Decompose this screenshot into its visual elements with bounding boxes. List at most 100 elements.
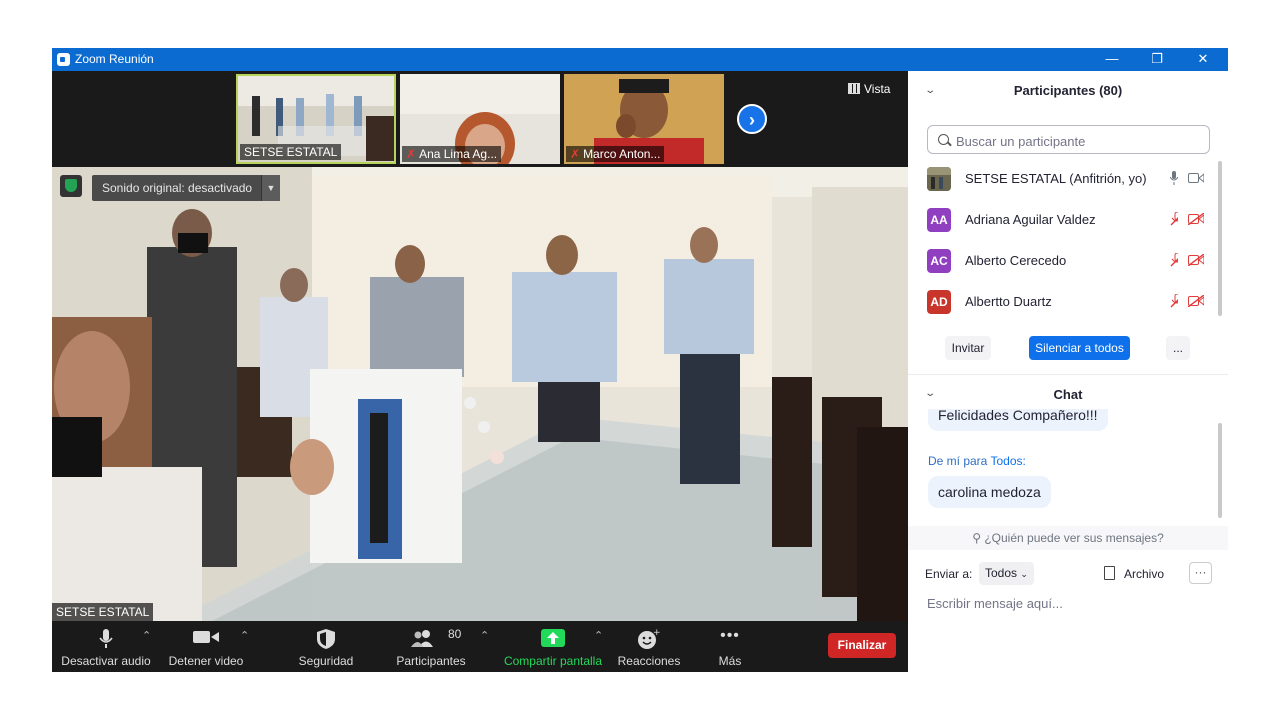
- participants-options-caret[interactable]: ⌃: [480, 629, 489, 642]
- scrollbar-thumb[interactable]: [1218, 161, 1222, 316]
- ellipsis-icon: •••: [720, 627, 740, 644]
- video-off-icon: [1188, 254, 1204, 266]
- thumbnail-name: ✗ Marco Anton...: [566, 146, 665, 162]
- main-video-name: SETSE ESTATAL: [52, 603, 154, 621]
- who-can-see-messages[interactable]: ⚲ ¿Quién puede ver sus mensajes?: [908, 526, 1228, 550]
- end-meeting-button[interactable]: Finalizar: [828, 633, 896, 658]
- participants-more-button[interactable]: ...: [1166, 336, 1190, 360]
- next-page-button[interactable]: ›: [737, 104, 767, 134]
- participants-button[interactable]: 80 Participantes: [390, 621, 472, 672]
- meeting-room-image: [52, 167, 908, 621]
- participant-search-input[interactable]: [954, 130, 1208, 152]
- share-screen-icon: [541, 629, 565, 647]
- message-sender: De mí para Todos:: [928, 454, 1026, 468]
- person-lock-icon: ⚲: [972, 531, 981, 545]
- mic-muted-icon: [1170, 212, 1178, 226]
- mic-muted-icon: [1170, 253, 1178, 267]
- minimize-button[interactable]: —: [1089, 48, 1135, 71]
- share-screen-button[interactable]: Compartir pantalla: [498, 621, 608, 672]
- svg-text:+: +: [653, 629, 660, 638]
- participant-row[interactable]: AD Albertto Duartz: [908, 282, 1220, 319]
- video-off-icon: [1188, 295, 1204, 307]
- participants-icon: [410, 630, 433, 647]
- chat-messages: Felicidades Compañero!!! De mí para Todo…: [908, 409, 1220, 529]
- participant-list: SETSE ESTATAL (Anfitrión, yo) AA Adriana…: [908, 159, 1220, 319]
- search-icon: [938, 134, 949, 145]
- zoom-window: Zoom Reunión — ❐ ✕ SETSE ESTATAL ✗ Ana L…: [52, 48, 1228, 672]
- chat-more-button[interactable]: ···: [1189, 562, 1212, 584]
- file-icon: [1104, 566, 1115, 580]
- participant-name: Alberto Cerecedo: [965, 253, 1067, 268]
- audio-options-caret[interactable]: ⌃: [142, 629, 151, 642]
- chevron-right-icon: ›: [749, 110, 755, 130]
- participants-panel-title: Participantes (80): [1013, 83, 1123, 98]
- thumbnail-video[interactable]: ✗ Ana Lima Ag...: [400, 74, 560, 164]
- side-panel: ⌄ Participantes (80) SETSE ESTATAL (Anfi…: [908, 71, 1228, 672]
- avatar: AC: [927, 249, 951, 273]
- video-off-icon: [1188, 213, 1204, 225]
- panel-divider: [908, 374, 1228, 375]
- chat-message: carolina medoza: [928, 476, 1051, 508]
- send-to-label: Enviar a:: [925, 567, 973, 581]
- video-camera-icon: [193, 631, 219, 643]
- mute-all-button[interactable]: Silenciar a todos: [1029, 336, 1130, 360]
- invite-button[interactable]: Invitar: [945, 336, 991, 360]
- mute-audio-button[interactable]: Desactivar audio: [60, 621, 152, 672]
- security-shield-icon: [60, 175, 82, 197]
- chevron-down-icon: ⌄: [1020, 569, 1028, 579]
- mic-muted-icon: ✗: [570, 147, 581, 161]
- avatar: AA: [927, 208, 951, 232]
- shield-icon: [317, 629, 335, 649]
- restore-button[interactable]: ❐: [1134, 48, 1180, 71]
- chat-title: Chat: [1053, 387, 1083, 402]
- participant-name: Albertto Duartz: [965, 294, 1052, 309]
- microphone-icon: [99, 629, 113, 648]
- microphone-icon: [1170, 171, 1178, 185]
- thumbnail-name: SETSE ESTATAL: [240, 144, 342, 160]
- avatar-photo: [927, 167, 951, 191]
- thumbnail-video[interactable]: SETSE ESTATAL: [236, 74, 396, 164]
- smiley-icon: +: [638, 629, 660, 649]
- stop-video-button[interactable]: Detener video: [164, 621, 248, 672]
- video-camera-icon: [1188, 173, 1204, 183]
- participant-name: Adriana Aguilar Valdez: [965, 212, 1096, 227]
- chat-scrollbar[interactable]: [1218, 423, 1222, 518]
- chat-message-input[interactable]: [925, 591, 1219, 615]
- participants-count: 80: [448, 627, 462, 641]
- meeting-stage: SETSE ESTATAL ✗ Ana Lima Ag... ✗ Marco A…: [52, 71, 908, 672]
- view-button[interactable]: Vista: [848, 82, 890, 96]
- original-sound-toggle[interactable]: Sonido original: desactivado: [92, 175, 263, 201]
- participant-name: SETSE ESTATAL (Anfitrión, yo): [965, 171, 1147, 186]
- reactions-button[interactable]: + Reacciones: [614, 621, 684, 672]
- chevron-down-icon: ▼: [266, 183, 276, 193]
- participant-list-scrollbar[interactable]: [1218, 161, 1222, 316]
- original-sound-dropdown[interactable]: ▼: [261, 175, 280, 201]
- thumbnail-name: ✗ Ana Lima Ag...: [402, 146, 502, 162]
- security-button[interactable]: Seguridad: [290, 621, 362, 672]
- avatar: AD: [927, 290, 951, 314]
- avatar: [927, 167, 951, 191]
- title-bar: Zoom Reunión — ❐ ✕: [52, 48, 1228, 71]
- grid-icon: [848, 83, 860, 94]
- file-button[interactable]: Archivo: [1104, 566, 1164, 581]
- main-video: Sonido original: desactivado ▼ SETSE EST…: [52, 167, 908, 621]
- window-title: Zoom Reunión: [75, 52, 154, 66]
- mic-muted-icon: ✗: [406, 147, 417, 161]
- close-button[interactable]: ✕: [1180, 48, 1226, 71]
- more-button[interactable]: ••• Más: [704, 621, 756, 672]
- participant-row[interactable]: SETSE ESTATAL (Anfitrión, yo): [908, 159, 1220, 200]
- participant-row[interactable]: AC Alberto Cerecedo: [908, 241, 1220, 282]
- participant-row[interactable]: AA Adriana Aguilar Valdez: [908, 200, 1220, 241]
- zoom-app-icon: [57, 53, 70, 66]
- participant-search[interactable]: [927, 125, 1210, 154]
- video-options-caret[interactable]: ⌃: [240, 629, 249, 642]
- chat-message: Felicidades Compañero!!!: [928, 409, 1108, 431]
- mic-muted-icon: [1170, 294, 1178, 308]
- meeting-toolbar: Desactivar audio ⌃ Detener video ⌃ Segur…: [52, 621, 908, 672]
- send-to-dropdown[interactable]: Todos ⌄: [979, 562, 1034, 585]
- thumbnail-video[interactable]: ✗ Marco Anton...: [564, 74, 724, 164]
- scrollbar-thumb[interactable]: [1218, 423, 1222, 518]
- thumbnail-strip: SETSE ESTATAL ✗ Ana Lima Ag... ✗ Marco A…: [52, 71, 908, 167]
- share-options-caret[interactable]: ⌃: [594, 629, 603, 642]
- message-recipient[interactable]: Todos:: [990, 454, 1025, 468]
